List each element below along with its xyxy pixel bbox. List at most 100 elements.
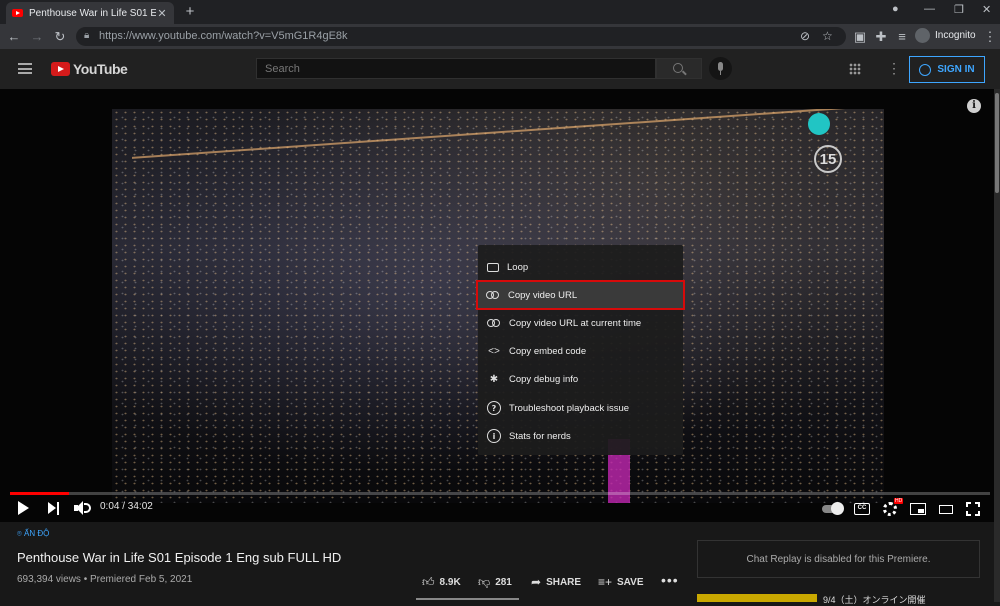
link-icon bbox=[487, 316, 501, 330]
location-tag-label: ẤN ĐỘ bbox=[24, 529, 50, 538]
youtube-header: YouTube Search ⋮ SIGN IN bbox=[0, 49, 1000, 89]
logo-text: YouTube bbox=[73, 61, 128, 77]
browser-tab[interactable]: Penthouse War in Life S01 Episo ✕ bbox=[6, 2, 174, 24]
sign-in-label: SIGN IN bbox=[937, 64, 975, 75]
progress-fill bbox=[10, 492, 69, 495]
play-button-icon[interactable] bbox=[18, 501, 29, 515]
hd-badge: HD bbox=[894, 498, 904, 504]
progress-bar[interactable] bbox=[10, 492, 990, 495]
bug-icon: ✱ bbox=[489, 374, 499, 386]
address-bar[interactable]: 🔒︎ https://www.youtube.com/watch?v=V5mG1… bbox=[76, 27, 846, 46]
menu-item-copy-url-at-time[interactable]: Copy video URL at current time bbox=[478, 309, 683, 337]
more-actions-icon[interactable]: ••• bbox=[661, 572, 679, 588]
menu-item-troubleshoot[interactable]: ? Troubleshoot playback issue bbox=[478, 394, 683, 422]
share-label: SHARE bbox=[546, 576, 582, 588]
new-tab-button[interactable]: + bbox=[182, 3, 198, 20]
next-button-icon[interactable] bbox=[48, 502, 60, 515]
scrollbar-thumb[interactable] bbox=[995, 93, 999, 193]
extension-icon[interactable]: ▣ bbox=[852, 29, 868, 45]
browser-tab-strip: Penthouse War in Life S01 Episo ✕ + ● — … bbox=[0, 0, 1000, 24]
video-meta: 693,394 views • Premiered Feb 5, 2021 bbox=[17, 574, 193, 585]
menu-item-label: Stats for nerds bbox=[509, 430, 571, 442]
bookmark-star-icon[interactable]: ☆ bbox=[822, 29, 833, 43]
menu-item-copy-video-url[interactable]: Copy video URL bbox=[476, 280, 685, 311]
close-window-button[interactable]: ✕ bbox=[982, 3, 991, 16]
menu-item-label: Troubleshoot playback issue bbox=[509, 402, 630, 414]
forward-arrow-icon[interactable]: → bbox=[29, 29, 45, 44]
thumbs-up-icon: 👍︎ bbox=[422, 575, 435, 589]
back-arrow-icon[interactable]: ← bbox=[6, 29, 22, 44]
settings-kebab-icon[interactable]: ⋮ bbox=[887, 61, 901, 75]
incognito-profile[interactable]: Incognito bbox=[915, 28, 976, 43]
dislike-count: 281 bbox=[495, 577, 512, 588]
menu-item-copy-debug-info[interactable]: ✱ Copy debug info bbox=[478, 366, 683, 394]
info-icon: i bbox=[487, 429, 501, 444]
minimize-button[interactable]: — bbox=[924, 3, 935, 15]
subtitles-button[interactable]: CC bbox=[854, 503, 870, 515]
browser-toolbar: ← → ↻ 🔒︎ https://www.youtube.com/watch?v… bbox=[0, 24, 1000, 49]
miniplayer-icon[interactable] bbox=[910, 503, 926, 515]
voice-search-icon[interactable] bbox=[709, 57, 732, 80]
hamburger-menu-icon[interactable] bbox=[18, 63, 32, 74]
player-context-menu: Loop Copy video URL Copy video URL at cu… bbox=[476, 245, 685, 455]
menu-item-label: Copy embed code bbox=[509, 346, 587, 358]
eye-off-icon[interactable]: ⊘ bbox=[800, 29, 810, 43]
age-rating-badge: 15 bbox=[814, 145, 842, 173]
puzzle-icon[interactable]: ✚ bbox=[873, 29, 889, 45]
reload-icon[interactable]: ↻ bbox=[52, 29, 68, 45]
volume-icon[interactable] bbox=[74, 501, 92, 515]
menu-item-loop[interactable]: Loop bbox=[478, 253, 683, 281]
settings-gear-icon[interactable]: HD bbox=[883, 498, 904, 516]
thumbs-down-icon: 👎︎ bbox=[478, 575, 491, 589]
incognito-avatar-icon bbox=[915, 28, 930, 43]
video-details: ⌾ ẤN ĐỘ Penthouse War in Life S01 Episod… bbox=[0, 522, 1000, 605]
loop-icon bbox=[487, 262, 499, 272]
info-icon[interactable]: i bbox=[967, 99, 981, 113]
save-button[interactable]: ≡+ SAVE bbox=[598, 575, 644, 589]
youtube-favicon-icon bbox=[12, 9, 23, 17]
search-input[interactable]: Search bbox=[256, 58, 656, 79]
profile-circle-icon[interactable]: ● bbox=[892, 3, 899, 15]
like-button[interactable]: 👍︎ 8.9K bbox=[422, 575, 461, 590]
like-count: 8.9K bbox=[439, 577, 461, 588]
theater-mode-icon[interactable] bbox=[939, 505, 953, 514]
ad-thumbnail[interactable] bbox=[697, 594, 817, 602]
time-display: 0:04 / 34:02 bbox=[100, 501, 153, 512]
search-button[interactable] bbox=[656, 58, 702, 79]
sentiment-bar bbox=[416, 598, 519, 600]
volume-wave bbox=[84, 503, 91, 513]
menu-item-label: Copy video URL bbox=[508, 289, 578, 301]
channel-watermark-icon bbox=[808, 113, 830, 135]
dislike-button[interactable]: 👎︎ 281 bbox=[478, 575, 512, 590]
question-icon: ? bbox=[487, 401, 501, 416]
code-icon: <> bbox=[488, 346, 500, 358]
tab-title: Penthouse War in Life S01 Episo bbox=[29, 7, 156, 19]
video-title: Penthouse War in Life S01 Episode 1 Eng … bbox=[17, 550, 342, 565]
fullscreen-icon[interactable] bbox=[966, 502, 980, 516]
menu-item-copy-embed-code[interactable]: <> Copy embed code bbox=[478, 338, 683, 366]
restore-button[interactable]: ❐ bbox=[954, 3, 964, 16]
sign-in-button[interactable]: SIGN IN bbox=[909, 56, 985, 83]
chat-replay-notice: Chat Replay is disabled for this Premier… bbox=[697, 540, 980, 578]
menu-item-label: Loop bbox=[507, 261, 529, 273]
menu-item-label: Copy debug info bbox=[509, 374, 579, 386]
youtube-logo[interactable]: YouTube bbox=[51, 61, 128, 77]
url-text: https://www.youtube.com/watch?v=V5mG1R4g… bbox=[99, 30, 348, 42]
page-scrollbar[interactable] bbox=[994, 89, 1000, 602]
apps-grid-icon[interactable] bbox=[849, 63, 861, 75]
media-queue-icon[interactable]: ≡ bbox=[894, 29, 910, 44]
share-button[interactable]: ➦ SHARE bbox=[531, 575, 581, 589]
person-icon bbox=[919, 63, 932, 76]
save-label: SAVE bbox=[617, 576, 644, 588]
menu-item-label: Copy video URL at current time bbox=[509, 317, 642, 329]
autoplay-toggle[interactable] bbox=[822, 502, 844, 515]
menu-item-stats-for-nerds[interactable]: i Stats for nerds bbox=[478, 422, 683, 450]
browser-menu-icon[interactable]: ⋮ bbox=[982, 29, 998, 45]
incognito-label: Incognito bbox=[935, 30, 976, 41]
tab-close-icon[interactable]: ✕ bbox=[156, 7, 168, 20]
share-arrow-icon: ➦ bbox=[531, 575, 542, 589]
add-to-playlist-icon: ≡+ bbox=[598, 575, 613, 589]
location-tag[interactable]: ⌾ ẤN ĐỘ bbox=[17, 529, 49, 539]
chat-replay-message: Chat Replay is disabled for this Premier… bbox=[746, 553, 931, 565]
ad-title[interactable]: 9/4（土）オンライン開催 bbox=[823, 593, 926, 606]
